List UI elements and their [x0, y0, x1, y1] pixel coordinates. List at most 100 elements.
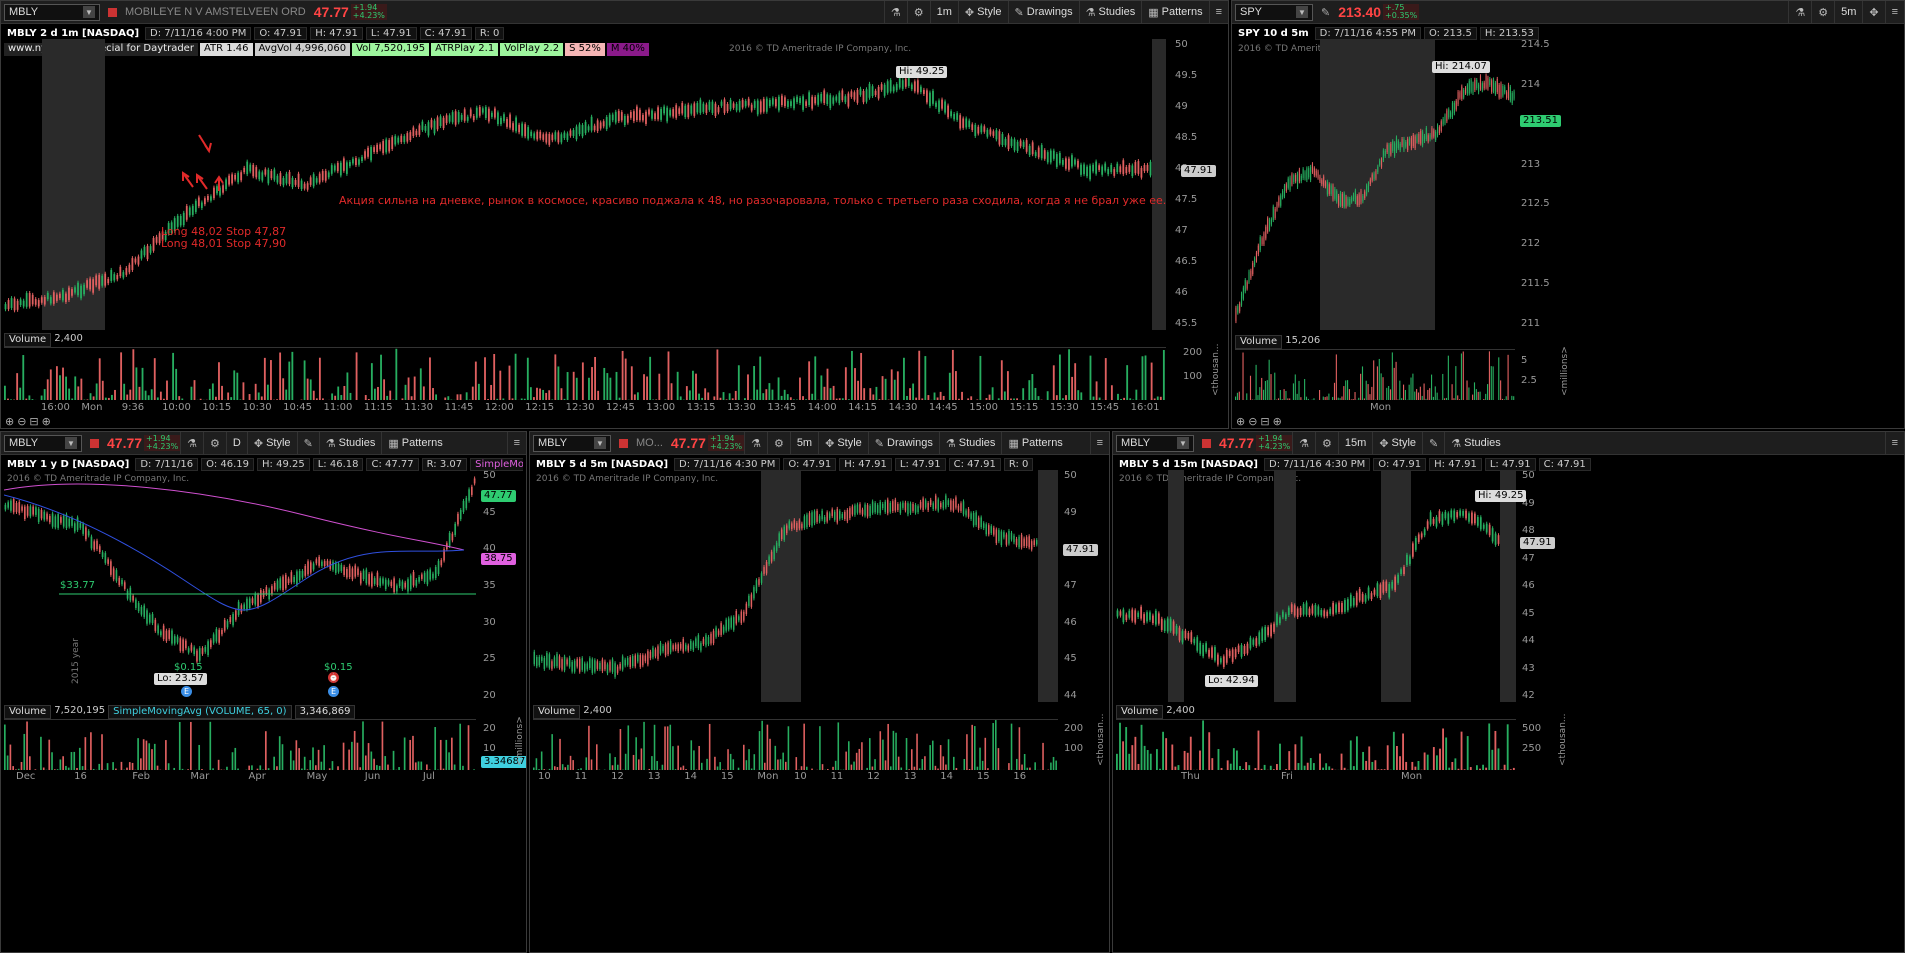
candle	[1246, 282, 1248, 289]
symbol-selector[interactable]: SPY ▼	[1235, 3, 1313, 21]
chevron-down-icon[interactable]: ▼	[65, 437, 77, 449]
volume-bar	[178, 396, 181, 400]
zoom-controls[interactable]: ⊕⊖⊟⊕	[1236, 415, 1285, 428]
volume-bar	[257, 392, 260, 400]
time-axis: 16:00 Mon 9:36 10:00 10:15 10:30 10:45 11:00 11:…	[1, 402, 1171, 416]
timeframe-button[interactable]: 5m	[789, 432, 818, 454]
settings-button[interactable]: ⚙	[766, 432, 790, 454]
price-chart[interactable]	[533, 470, 1058, 702]
style-button[interactable]: ✥	[1862, 1, 1884, 23]
candle	[566, 659, 568, 665]
volume-bar	[1328, 393, 1330, 400]
flask-button[interactable]: ⚗	[744, 432, 767, 454]
price-axis[interactable]: 50494847464544	[1060, 470, 1108, 702]
volume-bar	[795, 757, 798, 770]
x-tick: 15:45	[1090, 402, 1120, 413]
price-axis[interactable]: 214.5214213.5213212.5212211.5211	[1517, 39, 1577, 330]
menu-button[interactable]: ≡	[1884, 1, 1904, 23]
patterns-button[interactable]: ▦ Patterns	[1001, 432, 1068, 454]
timeframe-button[interactable]: D	[225, 432, 247, 454]
chevron-down-icon[interactable]: ▼	[83, 6, 95, 18]
timeframe-button[interactable]: 5m	[1834, 1, 1862, 23]
price-axis[interactable]: 50 49 48 47 46 45 44 43 42	[1518, 470, 1566, 702]
style-button[interactable]: ✥ Style	[1372, 432, 1422, 454]
patterns-button[interactable]: ▦ Patterns	[1141, 1, 1208, 23]
candle	[1031, 142, 1034, 155]
timeframe-button[interactable]: 15m	[1337, 432, 1372, 454]
chevron-down-icon[interactable]: ▼	[594, 437, 606, 449]
style-button[interactable]: ✥ Style	[957, 1, 1008, 23]
flask-button[interactable]: ⚗	[883, 1, 907, 23]
drawings-button[interactable]: ✎	[1422, 432, 1444, 454]
volume-unit: <thousan...	[1211, 343, 1221, 396]
volume-bar	[924, 756, 926, 770]
settings-button[interactable]: ⚙	[203, 432, 226, 454]
candle	[762, 98, 765, 112]
menu-button[interactable]: ≡	[1208, 1, 1228, 23]
candle	[935, 102, 937, 107]
volume-bar	[1236, 750, 1238, 770]
volume-chart[interactable]	[4, 347, 1166, 400]
zoom-controls[interactable]: ⊕⊖⊟⊕	[5, 415, 54, 428]
volume-chart[interactable]	[1116, 719, 1516, 770]
menu-button[interactable]: ≡	[1884, 432, 1904, 454]
volume-bar	[947, 739, 950, 770]
volume-bar	[1312, 763, 1315, 770]
volume-bar	[682, 765, 685, 770]
drawings-button[interactable]: ✎	[296, 432, 319, 454]
volume-bar	[28, 395, 31, 400]
patterns-button[interactable]: ▦ Patterns	[381, 432, 448, 454]
candle	[663, 106, 666, 114]
link-icon[interactable]	[1202, 438, 1211, 448]
studies-button[interactable]: ⚗ Studies	[938, 432, 1002, 454]
link-icon[interactable]: ✎	[1321, 6, 1330, 19]
settings-button[interactable]: ⚙	[1811, 1, 1834, 23]
candle	[1003, 532, 1005, 538]
symbol-selector[interactable]: MBLY ▼	[533, 434, 611, 452]
studies-button[interactable]: ⚗ Studies	[318, 432, 382, 454]
style-button[interactable]: ✥ Style	[246, 432, 297, 454]
studies-button[interactable]: ⚗ Studies	[1078, 1, 1142, 23]
volume-bar	[254, 383, 257, 400]
volume-bar	[1362, 751, 1364, 770]
flask-button[interactable]: ⚗	[180, 432, 203, 454]
price-axis[interactable]: 5049.54948.54847.54746.54645.5	[1171, 39, 1228, 330]
menu-button[interactable]: ≡	[506, 432, 526, 454]
drawings-button[interactable]: ✎ Drawings	[1007, 1, 1079, 23]
settings-button[interactable]: ⚙	[906, 1, 930, 23]
link-icon[interactable]	[90, 438, 99, 448]
studies-button[interactable]: ⚗ Studies	[1444, 432, 1507, 454]
candle	[838, 92, 841, 104]
symbol-selector[interactable]: MBLY ▼	[1116, 434, 1194, 452]
symbol-selector[interactable]: MBLY ▼	[4, 434, 82, 452]
flask-button[interactable]: ⚗	[1292, 432, 1315, 454]
candle	[1330, 185, 1332, 195]
candle	[445, 115, 448, 124]
price-chart[interactable]	[1235, 39, 1515, 330]
volume-bar	[248, 765, 250, 770]
earnings-icon[interactable]: E	[181, 686, 192, 697]
style-button[interactable]: ✥ Style	[818, 432, 868, 454]
alarm-icon[interactable]: ⏰	[328, 672, 339, 683]
candle	[1453, 102, 1455, 114]
settings-button[interactable]: ⚙	[1315, 432, 1338, 454]
volume-chart[interactable]	[4, 719, 476, 770]
symbol-selector[interactable]: MBLY ▼	[4, 3, 100, 21]
studies-label: Studies	[1098, 6, 1136, 18]
candle	[811, 96, 814, 109]
chevron-down-icon[interactable]: ▼	[1177, 437, 1189, 449]
drawings-button[interactable]: ✎ Drawings	[867, 432, 939, 454]
link-icon[interactable]	[619, 438, 628, 448]
volume-chart[interactable]	[1235, 349, 1515, 400]
flask-button[interactable]: ⚗	[1788, 1, 1811, 23]
timeframe-button[interactable]: 1m	[929, 1, 958, 23]
chevron-down-icon[interactable]: ▼	[1296, 6, 1308, 18]
price-chart[interactable]	[1116, 470, 1516, 702]
menu-button[interactable]: ≡	[1089, 432, 1109, 454]
link-icon[interactable]	[108, 7, 117, 17]
candle	[1367, 587, 1370, 599]
price-axis[interactable]: 50 45 40 35 30 25 20	[479, 470, 526, 702]
volume-bar	[1239, 766, 1241, 770]
volume-chart[interactable]	[533, 719, 1058, 770]
earnings-icon[interactable]: E	[328, 686, 339, 697]
